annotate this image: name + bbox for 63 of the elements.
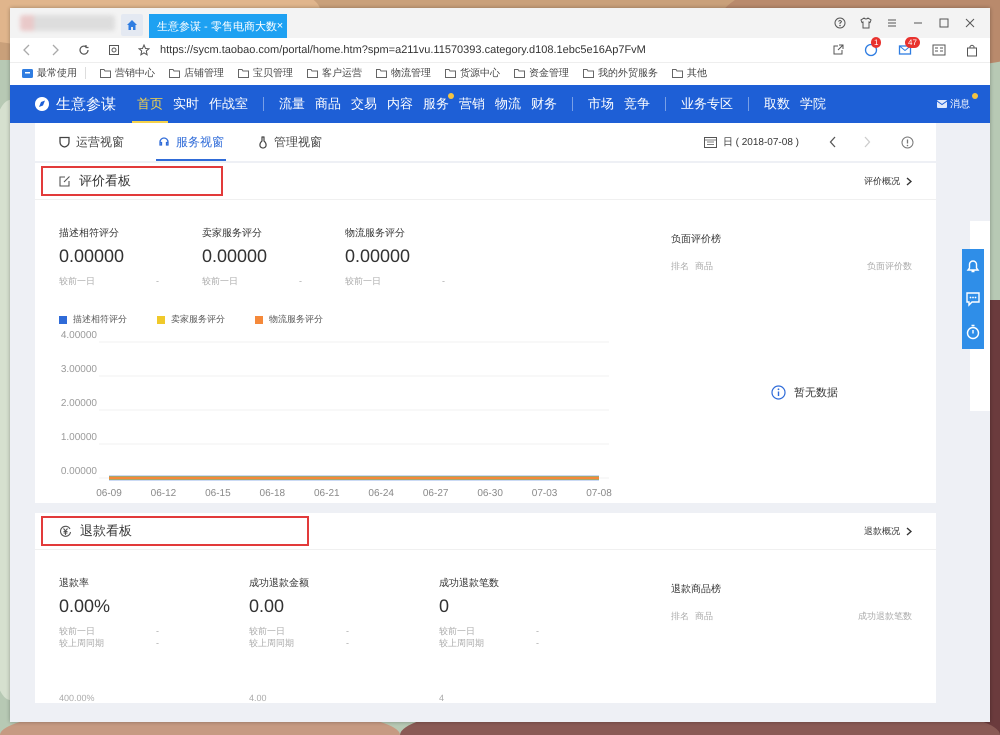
axis-label: 07-03	[532, 488, 558, 499]
ranking-title: 退款商品榜	[671, 582, 722, 596]
column-header: 排名	[671, 260, 689, 273]
comparison-label: 较上周同期	[439, 637, 484, 649]
column-header: 成功退款笔数	[858, 610, 912, 623]
empty-message: 暂无数据	[794, 386, 838, 400]
metric-label: 卖家服务评分	[202, 226, 263, 240]
comparison-label: 较前一日	[345, 275, 381, 287]
column-header: 商品	[695, 610, 713, 623]
brand-name: 生意参谋	[56, 94, 116, 114]
metric-value: 0.00	[249, 596, 286, 617]
axis-label: 4	[439, 693, 446, 703]
axis-label: 06-30	[477, 488, 503, 499]
comparison-label: 较前一日	[249, 625, 285, 637]
notification-badge: 47	[905, 37, 920, 48]
comparison-value: -	[536, 637, 539, 649]
column-header: 商品	[695, 260, 713, 273]
axis-label: 06-27	[422, 488, 448, 499]
axis-label: 3.00000	[60, 364, 97, 375]
ranking-title: 负面评价榜	[671, 232, 722, 246]
metric-label: 成功退款金额	[249, 576, 310, 590]
panel-title: 退款看板	[41, 516, 309, 546]
notification-badge: 1	[871, 37, 882, 48]
axis-label: 06-18	[260, 488, 286, 499]
metric-value: 0	[439, 596, 450, 617]
comparison-value: -	[536, 625, 539, 637]
column-header: 排名	[671, 610, 689, 623]
axis-label: 2.00000	[60, 398, 97, 409]
axis-label: 4.00000	[60, 330, 97, 341]
axis-label: 06-24	[368, 488, 394, 499]
metric-value: 0.00000	[59, 246, 126, 267]
metric-label: 物流服务评分	[345, 226, 406, 240]
comparison-label: 较上周同期	[249, 637, 294, 649]
metric-label: 描述相符评分	[59, 226, 120, 240]
comparison-label: 较前一日	[59, 275, 95, 287]
comparison-value: -	[156, 637, 159, 649]
comparison-label: 较前一日	[202, 275, 238, 287]
metric-value: 0.00%	[59, 596, 112, 617]
axis-label: 06-21	[314, 488, 340, 499]
comparison-label: 较上周同期	[59, 637, 104, 649]
comparison-value: -	[156, 275, 159, 287]
axis-label: 0.00000	[60, 466, 97, 477]
comparison-value: -	[346, 625, 349, 637]
axis-label: 400.00%	[59, 693, 96, 703]
axis-label: 4.00	[249, 693, 268, 703]
column-header: 负面评价数	[867, 260, 912, 273]
panel-title: 评价看板	[41, 166, 223, 196]
axis-label: 07-08	[586, 488, 612, 499]
metric-value: 0.00000	[345, 246, 412, 267]
metric-value: 0.00000	[202, 246, 268, 267]
axis-label: 06-12	[150, 488, 176, 499]
metric-label: 成功退款笔数	[439, 576, 500, 590]
axis-label: 06-15	[205, 488, 231, 499]
comparison-value: -	[299, 275, 302, 287]
axis-label: 1.00000	[60, 432, 97, 443]
comparison-label: 较前一日	[59, 625, 95, 637]
axis-label: 06-09	[96, 488, 122, 499]
tab-title: 生意参谋 - 零售电商大数	[157, 20, 277, 34]
comparison-value: -	[156, 625, 159, 637]
metric-label: 退款率	[59, 576, 90, 590]
comparison-value: -	[442, 275, 445, 287]
comparison-label: 较前一日	[439, 625, 475, 637]
comparison-value: -	[346, 637, 349, 649]
